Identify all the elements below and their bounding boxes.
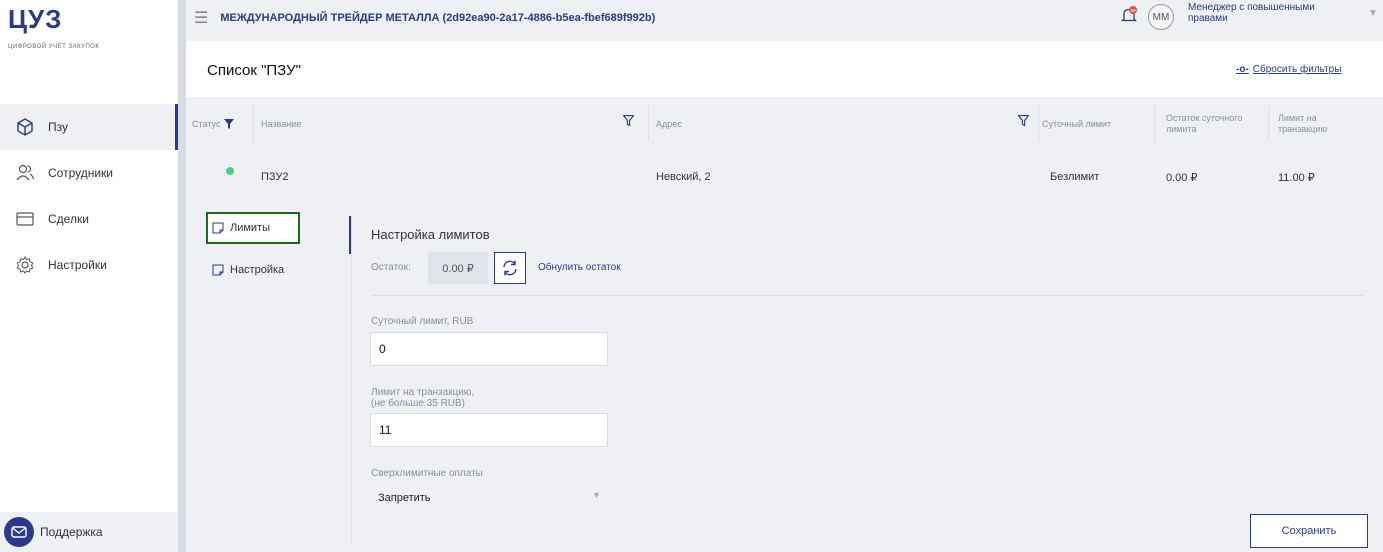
chevron-down-icon[interactable]: ▼ <box>1368 8 1378 19</box>
mail-icon <box>4 517 34 547</box>
status-indicator <box>226 167 234 175</box>
cell-daily-limit: Безлимит <box>1050 171 1100 183</box>
sidebar-nav: Пзу Сотрудники Сделки Настройки <box>0 104 178 288</box>
cell-daily-remaining: 0.00 ₽ <box>1166 172 1198 184</box>
column-header-status[interactable]: Статус <box>192 101 235 147</box>
filter-active-icon[interactable] <box>224 119 235 129</box>
reset-remainder-link[interactable]: Обнулить остаток <box>538 262 621 273</box>
tab-label: Лимиты <box>230 222 271 234</box>
sidebar-item-settings[interactable]: Настройки <box>0 242 178 288</box>
column-separator <box>648 105 649 141</box>
tab-divider <box>351 216 352 544</box>
chevron-down-icon[interactable]: ▼ <box>592 490 601 500</box>
sidebar-item-deals[interactable]: Сделки <box>0 196 178 242</box>
remainder-value: 0.00 ₽ <box>428 252 488 284</box>
column-header-daily-limit[interactable]: Суточный лимит <box>1042 101 1111 147</box>
topbar: ☰ МЕЖДУНАРОДНЫЙ ТРЕЙДЕР МЕТАЛЛА (2d92ea9… <box>186 0 1383 36</box>
daily-limit-label: Суточный лимит, RUB <box>371 316 474 327</box>
sidebar-item-employees[interactable]: Сотрудники <box>0 150 178 196</box>
sidebar-item-label: Пзу <box>48 120 68 134</box>
detail-tabs: Лимиты Настройка <box>186 205 350 545</box>
support-label: Поддержка <box>40 525 103 539</box>
column-separator <box>1268 105 1269 141</box>
table-row[interactable]: ПЗУ2 Невский, 2 Безлимит 0.00 ₽ 11.00 ₽ <box>186 152 1383 202</box>
tx-limit-label-line1: Лимит на транзакцию, <box>371 387 475 398</box>
daily-limit-input[interactable] <box>370 332 608 366</box>
avatar[interactable]: ММ <box>1148 4 1174 30</box>
sidebar-divider <box>178 0 186 552</box>
cube-icon <box>14 117 36 137</box>
cell-name: ПЗУ2 <box>261 171 289 183</box>
tab-label: Настройка <box>230 264 285 276</box>
gear-icon <box>14 255 36 275</box>
column-header-name[interactable]: Название <box>261 101 301 147</box>
section-title: Настройка лимитов <box>371 227 490 242</box>
column-separator <box>1038 105 1039 141</box>
divider <box>371 295 1363 296</box>
sidebar-item-pzu[interactable]: Пзу <box>0 104 178 150</box>
column-header-address[interactable]: Адрес <box>656 101 682 147</box>
notification-badge: 99 <box>1130 8 1136 13</box>
tab-limits[interactable]: Лимиты <box>206 212 300 244</box>
user-role[interactable]: Менеджер с повышенными правами <box>1188 2 1328 24</box>
support-button[interactable]: Поддержка <box>0 512 178 552</box>
remainder-label: Остаток: <box>371 262 411 273</box>
column-header-tx-limit[interactable]: Лимит на транзакцию <box>1278 101 1358 147</box>
detail-panel <box>186 205 1383 552</box>
overlimit-label: Сверхлимитные оплаты <box>371 468 483 479</box>
cell-address: Невский, 2 <box>656 171 711 183</box>
card-icon <box>14 209 36 229</box>
filter-icon[interactable] <box>1018 115 1029 126</box>
column-separator <box>1154 105 1155 141</box>
sidebar: ЦУЗ ЦИФРОВОЙ УЧЁТ ЗАКУПОК Пзу Сотрудники… <box>0 0 178 552</box>
app-logo-subtitle: ЦИФРОВОЙ УЧЁТ ЗАКУПОК <box>8 44 100 50</box>
app-logo[interactable]: ЦУЗ <box>8 4 62 35</box>
note-icon <box>212 264 224 276</box>
table-header: Статус Название Адрес Суточный лимит Ост… <box>186 101 1383 147</box>
page-title: Список "ПЗУ" <box>207 62 301 79</box>
reset-filters-link[interactable]: -o- Сбросить фильтры <box>1236 64 1341 75</box>
cell-tx-limit: 11.00 ₽ <box>1278 172 1315 184</box>
active-tab-indicator <box>349 216 351 254</box>
filter-icon[interactable] <box>623 115 634 126</box>
notification-bell-icon[interactable]: 99 <box>1120 6 1138 24</box>
tx-limit-label-line2: (не больше 35 RUB) <box>371 398 466 409</box>
refresh-icon <box>503 260 517 276</box>
column-separator <box>253 105 254 141</box>
overlimit-select[interactable]: Запретить <box>378 492 431 504</box>
tx-limit-input[interactable] <box>370 413 608 447</box>
sidebar-item-label: Сотрудники <box>48 166 113 180</box>
tab-settings[interactable]: Настройка <box>208 254 348 286</box>
reset-filters-label: Сбросить фильтры <box>1252 64 1342 75</box>
save-button[interactable]: Сохранить <box>1250 514 1368 548</box>
refresh-remainder-button[interactable] <box>494 252 526 284</box>
sidebar-item-label: Настройки <box>48 258 107 272</box>
page-header: Список "ПЗУ" -o- Сбросить фильтры <box>186 41 1383 97</box>
note-icon <box>212 222 224 234</box>
hamburger-menu-icon[interactable]: ☰ <box>194 8 208 28</box>
column-header-daily-remaining[interactable]: Остаток суточного лимита <box>1166 101 1262 147</box>
sidebar-item-label: Сделки <box>48 212 89 226</box>
reset-filter-icon: -o- <box>1236 64 1249 75</box>
organization-title: МЕЖДУНАРОДНЫЙ ТРЕЙДЕР МЕТАЛЛА (2d92ea90-… <box>220 12 656 24</box>
users-icon <box>14 163 36 183</box>
